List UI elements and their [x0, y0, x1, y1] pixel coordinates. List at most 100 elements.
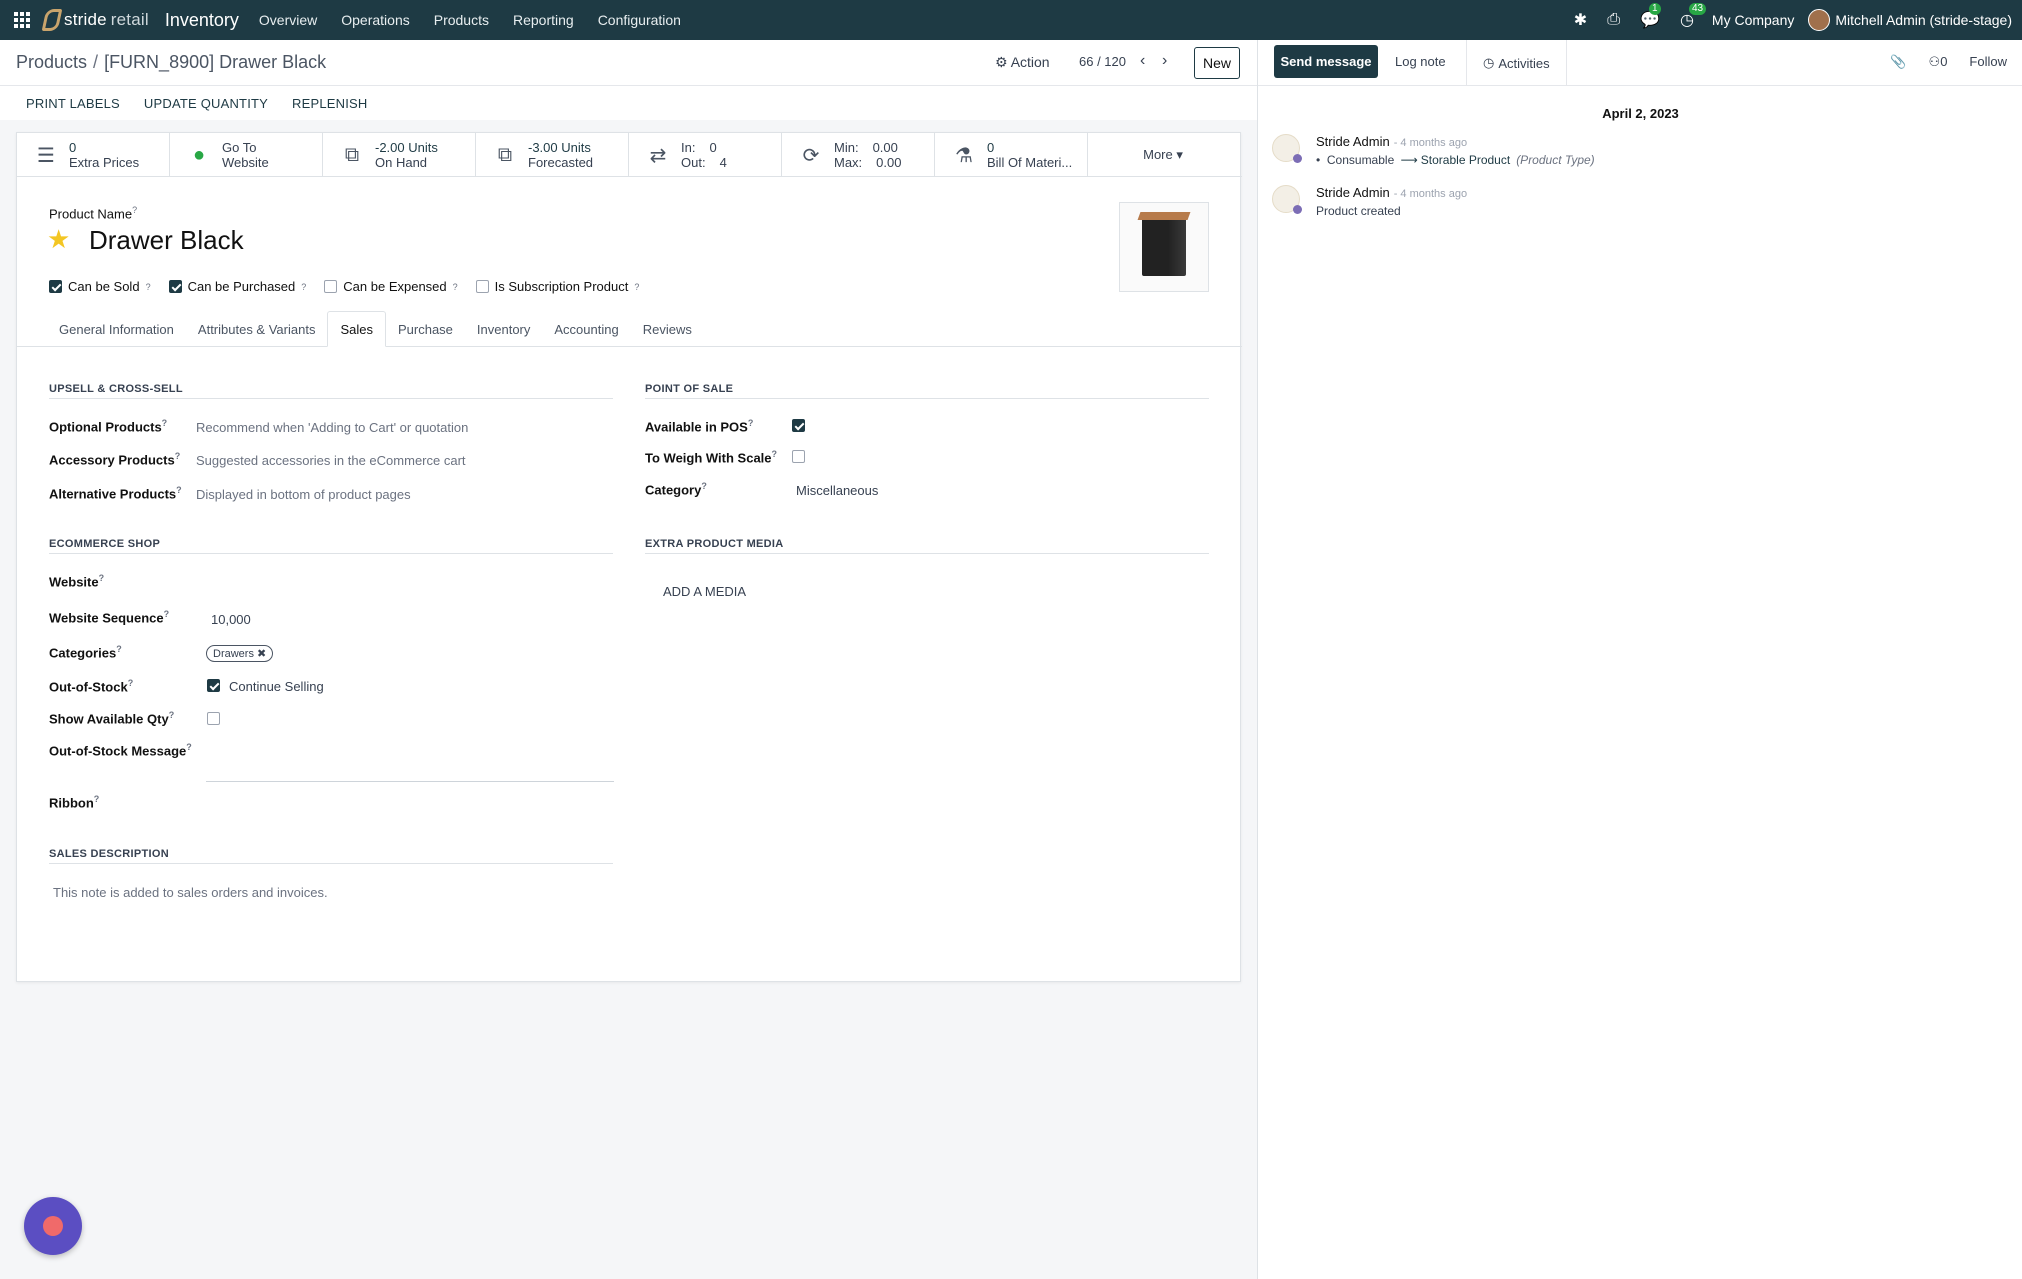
- continue-selling-checkbox[interactable]: [207, 679, 220, 692]
- on-hand-value: -2.00 Units: [375, 140, 438, 155]
- user-menu[interactable]: Mitchell Admin (stride-stage): [1808, 9, 2012, 31]
- message-body: Product created: [1316, 204, 1401, 218]
- breadcrumb-products[interactable]: Products: [16, 52, 87, 72]
- activities-button[interactable]: ◷ Activities: [1466, 40, 1567, 86]
- weigh-scale-checkbox[interactable]: [792, 450, 805, 463]
- avatar[interactable]: [1272, 185, 1302, 214]
- tab-reviews[interactable]: Reviews: [631, 311, 704, 347]
- tab-purchase[interactable]: Purchase: [386, 311, 465, 347]
- oos-message-label: Out-of-Stock Message?: [49, 742, 192, 759]
- out-of-stock-label: Out-of-Stock?: [49, 678, 134, 695]
- product-name-field[interactable]: Drawer Black: [89, 225, 244, 256]
- available-pos-checkbox[interactable]: [792, 419, 805, 432]
- form-action-bar: PRINT LABELS UPDATE QUANTITY REPLENISH: [0, 86, 1257, 120]
- min-max-button[interactable]: ⟳ Min: 0.00 Max: 0.00: [782, 133, 935, 177]
- bug-icon[interactable]: ✱: [1574, 10, 1587, 30]
- oos-message-input[interactable]: [206, 781, 614, 782]
- log-note-button[interactable]: Log note: [1395, 54, 1446, 69]
- can-be-sold-checkbox[interactable]: Can be Sold?: [49, 279, 151, 294]
- chat-widget-button[interactable]: [24, 1197, 82, 1255]
- pager-value[interactable]: 66 / 120: [1079, 54, 1126, 69]
- paperclip-icon[interactable]: 📎: [1890, 54, 1906, 70]
- sales-description-input[interactable]: This note is added to sales orders and i…: [53, 885, 328, 900]
- control-panel: Products / [FURN_8900] Drawer Black ⚙ Acti…: [0, 40, 1257, 86]
- accessory-products-input[interactable]: Suggested accessories in the eCommerce c…: [196, 453, 466, 468]
- optional-products-input[interactable]: Recommend when 'Adding to Cart' or quota…: [196, 420, 468, 435]
- gear-icon: ⚙: [995, 54, 1008, 70]
- alternative-products-label: Alternative Products?: [49, 485, 182, 502]
- message-author[interactable]: Stride Admin: [1316, 134, 1390, 149]
- message-header: Stride Admin - 4 months ago: [1316, 134, 1467, 149]
- tab-general-information[interactable]: General Information: [47, 311, 186, 347]
- category-tag[interactable]: Drawers ✖: [206, 645, 274, 662]
- menu-products[interactable]: Products: [434, 12, 489, 28]
- max-value: 0.00: [876, 155, 902, 170]
- tab-accounting[interactable]: Accounting: [542, 311, 630, 347]
- tab-inventory[interactable]: Inventory: [465, 311, 542, 347]
- close-icon[interactable]: ✖: [257, 648, 266, 660]
- on-hand-button[interactable]: ⧉ -2.00 Units On Hand: [323, 133, 476, 177]
- refresh-icon: ⟳: [802, 144, 820, 167]
- cabinet-image: [1142, 218, 1186, 276]
- alternative-products-input[interactable]: Displayed in bottom of product pages: [196, 487, 411, 502]
- avatar[interactable]: [1272, 134, 1302, 163]
- update-quantity-button[interactable]: UPDATE QUANTITY: [144, 96, 268, 111]
- chevron-right-icon[interactable]: ›: [1162, 52, 1167, 70]
- add-media-button[interactable]: ADD A MEDIA: [663, 584, 746, 599]
- sales-description-title: SALES DESCRIPTION: [49, 848, 613, 864]
- menu-overview[interactable]: Overview: [259, 12, 317, 28]
- in-label: In:: [681, 140, 696, 155]
- show-available-qty-checkbox[interactable]: [207, 712, 220, 725]
- can-be-expensed-checkbox[interactable]: Can be Expensed?: [324, 279, 458, 294]
- caret-down-icon: ▾: [1176, 146, 1183, 162]
- in-out-button[interactable]: ⇄ In: 0 Out: 4: [629, 133, 782, 177]
- available-pos-label: Available in POS?: [645, 418, 754, 435]
- record-icon: [43, 1216, 63, 1236]
- forecasted-button[interactable]: ⧉ -3.00 Units Forecasted: [476, 133, 629, 177]
- followers-button[interactable]: ⚇0: [1929, 54, 1948, 70]
- top-navbar: stride retail Inventory Overview Operatio…: [0, 0, 2022, 40]
- message-date-separator: April 2, 2023: [1602, 106, 1679, 121]
- new-button[interactable]: New: [1194, 47, 1240, 79]
- product-name-label: Product Name?: [49, 205, 138, 222]
- app-name[interactable]: Inventory: [165, 10, 239, 31]
- bom-button[interactable]: ⚗ 0 Bill Of Materi...: [935, 133, 1088, 177]
- apps-menu-icon[interactable]: [0, 0, 44, 40]
- tab-sales[interactable]: Sales: [327, 311, 386, 347]
- extra-prices-label: Extra Prices: [69, 155, 140, 170]
- user-icon: ⚇: [1928, 54, 1941, 69]
- chatter-topbar: Send message Log note ◷ Activities 📎 ⚇0 F…: [1258, 40, 2022, 86]
- chatter-panel: Send message Log note ◷ Activities 📎 ⚇0 F…: [1257, 40, 2022, 1279]
- chevron-left-icon[interactable]: ‹: [1140, 52, 1145, 70]
- menu-operations[interactable]: Operations: [341, 12, 409, 28]
- print-labels-button[interactable]: PRINT LABELS: [26, 96, 120, 111]
- media-section-title: EXTRA PRODUCT MEDIA: [645, 538, 1209, 554]
- message-author[interactable]: Stride Admin: [1316, 185, 1390, 200]
- go-to-website-button[interactable]: ● Go To Website: [170, 133, 323, 177]
- forecasted-label: Forecasted: [528, 155, 594, 170]
- menu-reporting[interactable]: Reporting: [513, 12, 574, 28]
- company-logo[interactable]: stride retail: [41, 9, 149, 31]
- send-message-button[interactable]: Send message: [1274, 45, 1378, 78]
- tab-attributes-variants[interactable]: Attributes & Variants: [186, 311, 328, 347]
- replenish-button[interactable]: REPLENISH: [292, 96, 368, 111]
- extra-prices-button[interactable]: ☰ 0 Extra Prices: [17, 133, 170, 177]
- printer-icon[interactable]: ⎙: [1607, 11, 1620, 29]
- website-label: Website?: [49, 573, 105, 590]
- ribbon-label: Ribbon?: [49, 794, 100, 811]
- menu-configuration[interactable]: Configuration: [598, 12, 681, 28]
- chat-icon[interactable]: 💬 1: [1640, 3, 1661, 30]
- activities-label: Activities: [1498, 55, 1550, 71]
- activity-clock-icon[interactable]: ◷ 43: [1680, 3, 1707, 30]
- follow-button[interactable]: Follow: [1969, 54, 2007, 70]
- more-button[interactable]: More ▾: [1088, 133, 1238, 176]
- pos-category-field[interactable]: Miscellaneous: [796, 483, 878, 498]
- can-be-purchased-checkbox[interactable]: Can be Purchased?: [168, 279, 306, 294]
- company-switcher[interactable]: My Company: [1712, 12, 1794, 28]
- website-sequence-field[interactable]: 10,000: [211, 612, 251, 627]
- star-icon[interactable]: ★: [47, 224, 70, 255]
- is-subscription-checkbox[interactable]: Is Subscription Product?: [475, 279, 639, 294]
- action-menu-button[interactable]: ⚙ Action: [995, 54, 1050, 71]
- product-image[interactable]: [1119, 202, 1209, 292]
- exchange-icon: ⇄: [649, 144, 667, 167]
